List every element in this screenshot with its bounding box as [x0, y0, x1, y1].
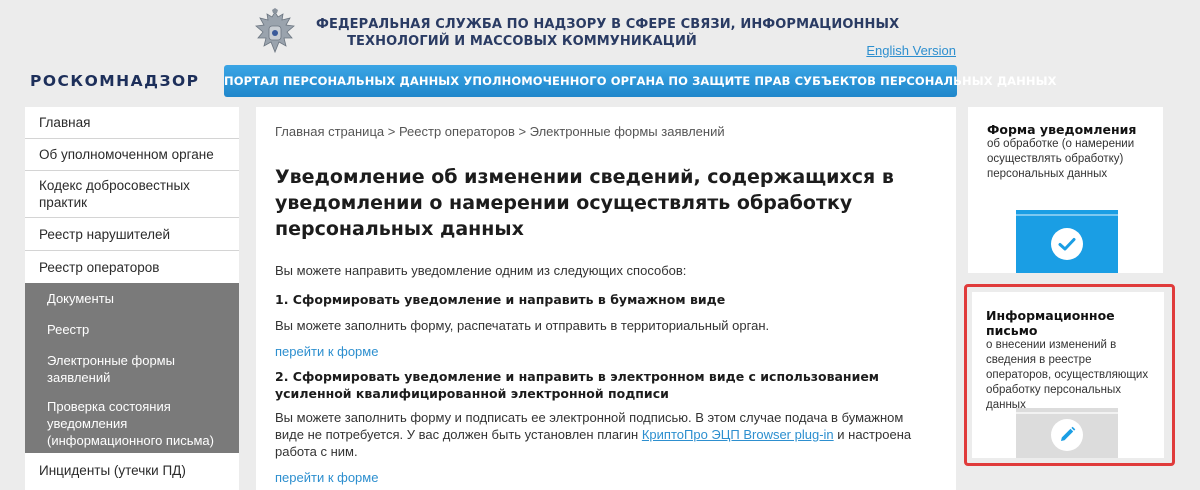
page-title: Уведомление об изменении сведений, содер…: [275, 166, 894, 240]
sidebar-nav: Главная Об уполномоченном органе Кодекс …: [25, 107, 239, 490]
main-content: Главная страница > Реестр операторов > Э…: [256, 107, 956, 490]
card2-title: Информационное письмо: [986, 308, 1115, 338]
card1-title: Форма уведомления: [987, 122, 1137, 137]
sidebar-subitem-electronic-forms[interactable]: Электронные формы заявлений: [25, 345, 239, 393]
sidebar-item-operators-registry[interactable]: Реестр операторов: [25, 251, 239, 283]
agency-line-2: ТЕХНОЛОГИЙ И МАССОВЫХ КОММУНИКАЦИЙ: [347, 34, 697, 49]
sidebar-item-about[interactable]: Об уполномоченном органе: [25, 139, 239, 171]
emblem-icon: [255, 8, 295, 54]
agency-line-1: ФЕДЕРАЛЬНАЯ СЛУЖБА ПО НАДЗОРУ В СФЕРЕ СВ…: [316, 17, 900, 32]
roskomnadzor-logo[interactable]: РОСКОМНАДЗОР: [30, 72, 200, 90]
sidebar-subitem-documents[interactable]: Документы: [25, 283, 239, 314]
option2-form-link[interactable]: перейти к форме: [275, 469, 937, 486]
option2-text: Вы можете заполнить форму и подписать ее…: [275, 409, 935, 460]
sidebar-item-code-of-practice[interactable]: Кодекс добросовестных практик: [25, 171, 239, 218]
option1-text: Вы можете заполнить форму, распечатать и…: [275, 318, 770, 333]
option1-title: 1. Сформировать уведомление и направить …: [275, 292, 726, 307]
sidebar-item-home[interactable]: Главная: [25, 107, 239, 139]
portal-title-bar: ПОРТАЛ ПЕРСОНАЛЬНЫХ ДАННЫХ УПОЛНОМОЧЕННО…: [224, 65, 1057, 97]
card2-description: о внесении изменений в сведения в реестр…: [986, 339, 1149, 411]
notification-form-card[interactable]: Форма уведомления об обработке (о намере…: [968, 107, 1163, 273]
intro-text: Вы можете направить уведомление одним из…: [275, 263, 687, 278]
option1-form-link[interactable]: перейти к форме: [275, 343, 937, 360]
breadcrumb: Главная страница > Реестр операторов > Э…: [275, 124, 725, 139]
sidebar-item-violators-registry[interactable]: Реестр нарушителей: [25, 218, 239, 251]
document-edit-icon: [1016, 408, 1118, 458]
option2-title: 2. Сформировать уведомление и направить …: [275, 369, 880, 401]
sidebar-item-incidents[interactable]: Инциденты (утечки ПД): [25, 453, 239, 487]
agency-name: ФЕДЕРАЛЬНАЯ СЛУЖБА ПО НАДЗОРУ В СФЕРЕ СВ…: [316, 16, 900, 50]
sidebar-subitem-registry[interactable]: Реестр: [25, 314, 239, 345]
card1-description: об обработке (о намерении осуществлять о…: [987, 138, 1135, 180]
sidebar-subitem-notification-status[interactable]: Проверка состояния уведомления (информац…: [25, 393, 239, 453]
english-version-link[interactable]: English Version: [866, 43, 956, 58]
information-letter-card[interactable]: Информационное письмо о внесении изменен…: [972, 292, 1164, 458]
sidebar-submenu: Документы Реестр Электронные формы заявл…: [25, 283, 239, 453]
document-check-icon: [1016, 210, 1118, 273]
cryptopro-plugin-link[interactable]: КриптоПро ЭЦП Browser plug-in: [642, 427, 834, 442]
